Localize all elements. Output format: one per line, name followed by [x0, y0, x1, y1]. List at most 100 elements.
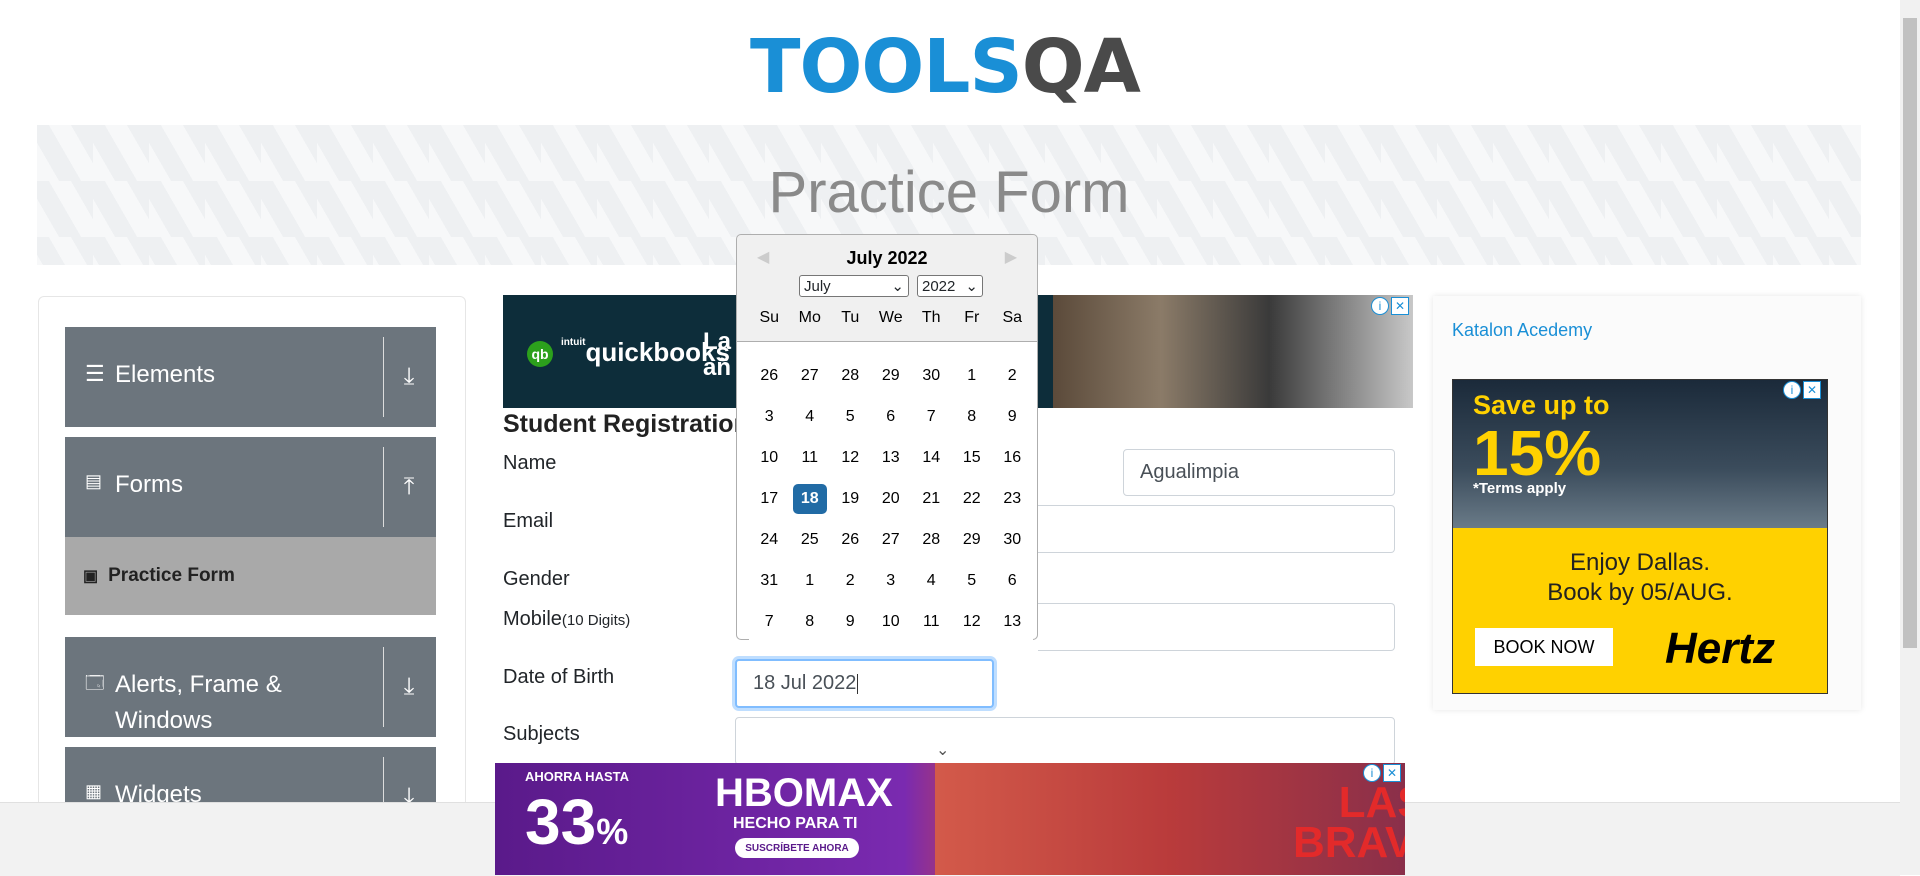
day-cell[interactable]: 21 — [911, 478, 952, 519]
day-cell[interactable]: 30 — [911, 355, 952, 396]
day-cell[interactable]: 10 — [749, 437, 790, 478]
subjects-label: Subjects — [503, 723, 580, 745]
ad-info-icon[interactable]: i — [1363, 764, 1381, 782]
day-cell[interactable]: 10 — [871, 601, 912, 642]
document-icon: ▤ — [85, 471, 103, 491]
book-now-button[interactable]: BOOK NOW — [1475, 628, 1613, 666]
hertz-terms: *Terms apply — [1473, 480, 1567, 497]
hbo-show-title: LAS BRAVAS — [1293, 778, 1405, 867]
day-cell[interactable]: 26 — [749, 355, 790, 396]
day-cell-selected[interactable]: 18 — [790, 478, 831, 519]
day-cell[interactable]: 27 — [790, 355, 831, 396]
ad-info-icon[interactable]: i — [1371, 297, 1389, 315]
menu-icon: ☰ — [85, 361, 105, 386]
sidebar-group-label: Forms — [115, 471, 183, 498]
day-cell[interactable]: 13 — [992, 601, 1033, 642]
day-cell[interactable]: 8 — [952, 396, 993, 437]
sidebar-group-forms[interactable]: ▤ Forms ⤒ — [65, 437, 436, 537]
last-name-input[interactable]: Agualimpia — [1123, 449, 1395, 496]
datepicker-days: 26 27 28 29 30 1 2 3 4 5 6 7 8 9 10 11 12 13 14 15 16 17 18 19 2… — [749, 355, 1033, 642]
logo-text: TOOLSQA — [750, 24, 1141, 110]
day-cell[interactable]: 11 — [790, 437, 831, 478]
day-cell[interactable]: 3 — [749, 396, 790, 437]
email-input[interactable] — [1038, 505, 1395, 553]
datepicker-selects: July ⌄ 2022 ⌄ — [799, 275, 983, 297]
weekday-label: Th — [921, 309, 941, 326]
day-cell[interactable]: 2 — [992, 355, 1033, 396]
ad-close-icon[interactable]: ✕ — [1383, 764, 1401, 782]
ad-info-icon[interactable]: i — [1783, 381, 1801, 399]
day-cell[interactable]: 9 — [992, 396, 1033, 437]
hbo-save-text: AHORRA HASTA — [525, 769, 629, 784]
sidebar-item-practice-form[interactable]: ▣ Practice Form — [65, 537, 436, 615]
day-cell[interactable]: 27 — [871, 519, 912, 560]
day-cell[interactable]: 6 — [871, 396, 912, 437]
day-cell[interactable]: 1 — [790, 560, 831, 601]
day-cell[interactable]: 28 — [911, 519, 952, 560]
hertz-message: Enjoy Dallas. Book by 05/AUG. — [1547, 549, 1733, 606]
day-cell[interactable]: 7 — [911, 396, 952, 437]
day-cell[interactable]: 6 — [992, 560, 1033, 601]
day-cell[interactable]: 22 — [952, 478, 993, 519]
mobile-input[interactable] — [1038, 603, 1395, 651]
day-cell[interactable]: 19 — [830, 478, 871, 519]
form-title: Student Registration — [503, 410, 749, 438]
day-cell[interactable]: 12 — [830, 437, 871, 478]
day-cell[interactable]: 12 — [952, 601, 993, 642]
day-cell[interactable]: 28 — [830, 355, 871, 396]
day-cell[interactable]: 5 — [952, 560, 993, 601]
gender-label: Gender — [503, 568, 570, 590]
hbomax-logo: HBOMAX — [715, 771, 893, 815]
download-icon[interactable]: ⤓ — [394, 637, 424, 737]
scrollbar-thumb[interactable] — [1903, 18, 1917, 648]
toolsqa-logo[interactable]: TOOLSQA — [750, 18, 1154, 116]
year-select[interactable]: 2022 ⌄ — [917, 275, 983, 297]
day-cell[interactable]: 16 — [992, 437, 1033, 478]
day-cell[interactable]: 9 — [830, 601, 871, 642]
day-cell[interactable]: 29 — [871, 355, 912, 396]
chevron-down-icon[interactable]: ⌄ — [936, 740, 949, 760]
dob-input[interactable]: 18 Jul 2022 — [735, 659, 994, 708]
day-cell[interactable]: 15 — [952, 437, 993, 478]
day-cell[interactable]: 5 — [830, 396, 871, 437]
day-cell[interactable]: 30 — [992, 519, 1033, 560]
divider — [383, 337, 384, 417]
day-cell[interactable]: 31 — [749, 560, 790, 601]
day-cell[interactable]: 4 — [911, 560, 952, 601]
day-cell[interactable]: 25 — [790, 519, 831, 560]
ad-close-icon[interactable]: ✕ — [1803, 381, 1821, 399]
divider — [383, 447, 384, 527]
sidebar-group-alerts[interactable]: 🗔 Alerts, Frame & Windows ⤓ — [65, 637, 436, 737]
day-cell[interactable]: 4 — [790, 396, 831, 437]
day-cell[interactable]: 8 — [790, 601, 831, 642]
day-cell[interactable]: 24 — [749, 519, 790, 560]
day-cell[interactable]: 2 — [830, 560, 871, 601]
day-cell[interactable]: 7 — [749, 601, 790, 642]
katalon-ad-link[interactable]: Katalon Acedemy — [1452, 320, 1592, 341]
day-cell[interactable]: 3 — [871, 560, 912, 601]
ad-close-icon[interactable]: ✕ — [1391, 297, 1409, 315]
month-select[interactable]: July ⌄ — [799, 275, 909, 297]
download-icon[interactable]: ⤓ — [394, 327, 424, 427]
day-cell[interactable]: 23 — [992, 478, 1033, 519]
hbo-ad[interactable]: AHORRA HASTA 33% HBOMAX HECHO PARA TI SU… — [495, 763, 1405, 875]
day-cell[interactable]: 20 — [871, 478, 912, 519]
day-cell[interactable]: 29 — [952, 519, 993, 560]
day-cell[interactable]: 11 — [911, 601, 952, 642]
widgets-icon: ▦ — [85, 781, 103, 801]
subjects-input[interactable] — [735, 717, 1395, 765]
ad-text: La añ — [703, 328, 732, 381]
day-cell[interactable]: 14 — [911, 437, 952, 478]
day-cell[interactable]: 17 — [749, 478, 790, 519]
form-icon: ▣ — [83, 568, 99, 585]
day-cell[interactable]: 13 — [871, 437, 912, 478]
day-cell[interactable]: 26 — [830, 519, 871, 560]
sidebar-group-elements[interactable]: ☰ Elements ⤓ — [65, 327, 436, 427]
hbo-subscribe-button[interactable]: SUSCRÍBETE AHORA — [735, 838, 859, 858]
hertz-ad[interactable]: Save up to 15% *Terms apply Enjoy Dallas… — [1452, 379, 1828, 694]
datepicker-header: ◀ ▶ July 2022 July ⌄ 2022 ⌄ Su Mo Tu We Th… — [737, 235, 1037, 342]
upload-icon[interactable]: ⤒ — [394, 437, 424, 537]
weekday-label: Sa — [1002, 309, 1023, 326]
quickbooks-logo: qbintuitquickbooks — [527, 337, 730, 368]
day-cell[interactable]: 1 — [952, 355, 993, 396]
